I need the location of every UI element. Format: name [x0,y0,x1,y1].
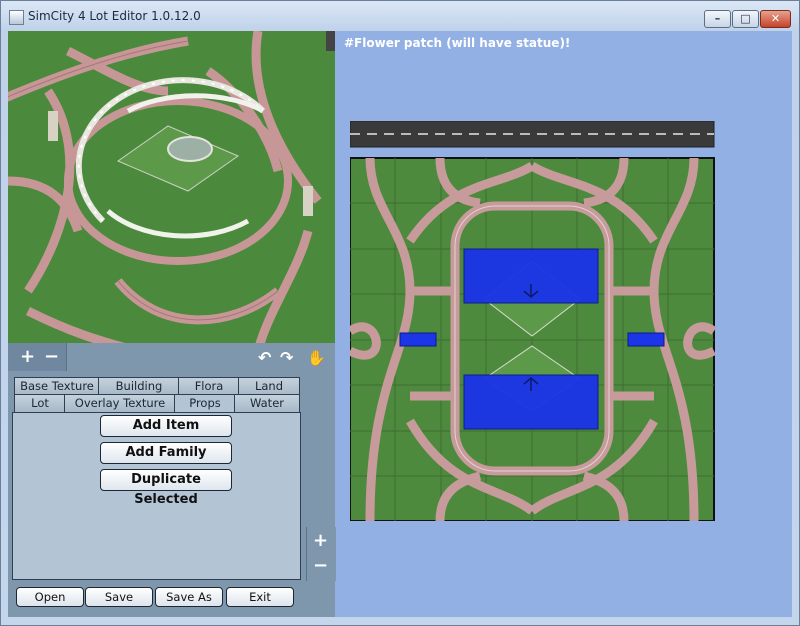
maximize-icon: □ [740,12,751,25]
tab-base-texture[interactable]: Base Texture [14,377,100,395]
add-family-button[interactable]: Add Family [100,442,232,464]
lot-layout-render [347,120,717,522]
save-as-button[interactable]: Save As [155,587,223,607]
app-icon [9,10,24,25]
hand-icon[interactable]: ✋ [307,349,326,367]
rotate-left-icon[interactable]: ↶ [258,349,271,367]
minimize-button[interactable]: – [704,10,731,28]
preview-toolbar: + − ↶ ↷ ✋ [8,343,335,371]
preview-render [8,31,335,343]
left-control-panel: + − ↶ ↷ ✋ Base Texture Building Flora La… [8,343,335,617]
close-button[interactable]: ✕ [760,10,791,28]
lot-name: #Flower patch (will have statue)! [344,36,571,50]
editor-zoom-in-button[interactable]: + [313,532,328,550]
title-bar[interactable]: SimCity 4 Lot Editor 1.0.12.0 – □ ✕ [1,1,799,31]
zoom-out-button[interactable]: − [44,348,59,366]
props-tab-panel: Add Item Add Family Duplicate Selected [12,412,301,580]
tab-lot[interactable]: Lot [14,394,66,412]
close-icon: ✕ [770,12,781,25]
tab-land[interactable]: Land [238,377,300,395]
tab-control: Base Texture Building Flora Land Lot Ove… [12,377,312,617]
editor-zoom-controls: + − [306,527,336,581]
add-item-button[interactable]: Add Item [100,415,232,437]
save-button[interactable]: Save [85,587,153,607]
maximize-button[interactable]: □ [732,10,759,28]
exit-button[interactable]: Exit [226,587,294,607]
tab-water[interactable]: Water [234,394,300,412]
duplicate-selected-button[interactable]: Duplicate Selected [100,469,232,507]
window-title: SimCity 4 Lot Editor 1.0.12.0 [28,9,201,23]
lot-3d-preview[interactable] [8,31,335,343]
tab-flora[interactable]: Flora [178,377,240,395]
tab-props[interactable]: Props [174,394,236,412]
app-window: SimCity 4 Lot Editor 1.0.12.0 – □ ✕ + − … [0,0,800,626]
open-button[interactable]: Open [16,587,84,607]
tab-overlay-texture[interactable]: Overlay Texture [64,394,176,412]
editor-zoom-out-button[interactable]: − [313,557,328,575]
zoom-in-button[interactable]: + [20,348,35,366]
client-area: + − ↶ ↷ ✋ Base Texture Building Flora La… [8,31,792,617]
rotate-right-icon[interactable]: ↷ [280,349,293,367]
minimize-icon: – [714,12,721,25]
lot-editor-grid[interactable] [347,120,717,522]
tab-building[interactable]: Building [98,377,180,395]
